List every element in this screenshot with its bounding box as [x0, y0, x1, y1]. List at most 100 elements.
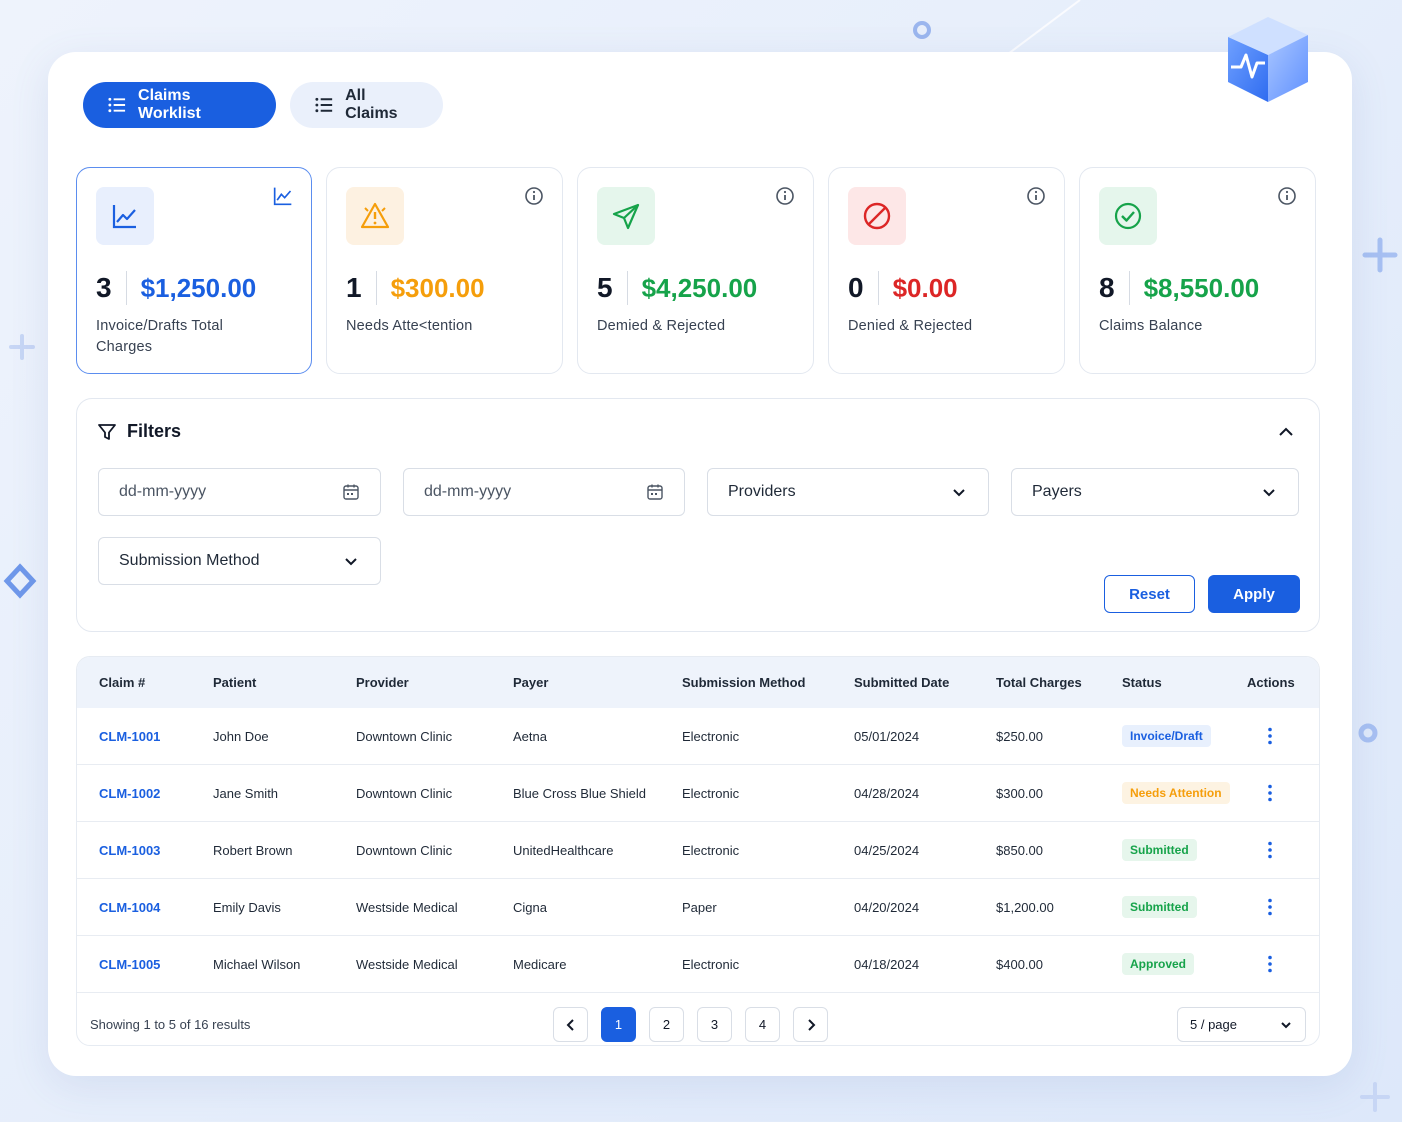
chevron-up-icon[interactable]: [1277, 423, 1295, 441]
page-button-1[interactable]: 1: [601, 1007, 636, 1042]
stat-label: Demied & Rejected: [597, 318, 726, 334]
payers-value: Payers: [1032, 483, 1082, 500]
date-to-input[interactable]: dd-mm-yyyy: [403, 468, 685, 516]
patient-cell: Michael Wilson: [213, 956, 301, 972]
payer-cell: Medicare: [513, 956, 567, 972]
more-actions-icon[interactable]: [1260, 840, 1280, 860]
stat-card-claims-balance[interactable]: 8 $8,550.00 Claims Balance: [1079, 167, 1316, 374]
reset-button[interactable]: Reset: [1104, 575, 1195, 613]
more-actions-icon[interactable]: [1260, 783, 1280, 803]
cube-logo-icon: [1228, 17, 1308, 102]
more-actions-icon[interactable]: [1260, 726, 1280, 746]
claim-number-link[interactable]: CLM-1003: [99, 843, 160, 858]
tab-all-claims[interactable]: All Claims: [290, 82, 443, 128]
claim-number-link[interactable]: CLM-1001: [99, 729, 160, 744]
info-icon[interactable]: [524, 186, 544, 206]
table-row[interactable]: CLM-1002 Jane Smith Downtown Clinic Blue Cr…: [77, 765, 1319, 822]
chart-icon[interactable]: [273, 186, 293, 206]
stat-count: 5: [597, 271, 628, 305]
next-page-button[interactable]: [793, 1007, 828, 1042]
prev-page-button[interactable]: [553, 1007, 588, 1042]
patient-cell: Jane Smith: [213, 785, 279, 801]
status-badge: Needs Attention: [1122, 782, 1230, 804]
table-row[interactable]: CLM-1001 John Doe Downtown Clinic Aetna Elec…: [77, 708, 1319, 765]
submission-method-value: Submission Method: [119, 552, 260, 569]
chevron-left-icon: [566, 1018, 574, 1031]
stat-card-needs-attention[interactable]: 1 $300.00 Needs Atte<tention: [326, 167, 563, 374]
calendar-icon[interactable]: [646, 483, 664, 501]
payers-select[interactable]: Payers: [1011, 468, 1299, 516]
total-charges-cell: $300.00: [996, 785, 1043, 801]
table-header: Claim # Patient Provider Payer Submissio…: [77, 657, 1319, 708]
stat-card-invoice-drafts[interactable]: 3 $1,250.00 Invoice/Drafts Total Charges: [76, 167, 312, 374]
page-button-3[interactable]: 3: [697, 1007, 732, 1042]
stat-count: 0: [848, 271, 879, 305]
submission-method-cell: Electronic: [682, 842, 740, 858]
claims-dashboard-card: Claims Worklist All Claims 3 $1,250.00 I…: [48, 17, 1352, 1076]
more-actions-icon[interactable]: [1260, 954, 1280, 974]
submitted-date-cell: 04/20/2024: [854, 899, 920, 915]
page-button-2[interactable]: 2: [649, 1007, 684, 1042]
status-badge: Invoice/Draft: [1122, 725, 1211, 747]
payer-cell: UnitedHealthcare: [513, 842, 614, 858]
chevron-down-icon: [953, 489, 965, 497]
page-button-4[interactable]: 4: [745, 1007, 780, 1042]
table-row[interactable]: CLM-1003 Robert Brown Downtown Clinic Unite…: [77, 822, 1319, 879]
submission-method-cell: Electronic: [682, 728, 740, 744]
providers-select[interactable]: Providers: [707, 468, 989, 516]
chevron-down-icon: [345, 558, 357, 566]
column-header-actions: Actions: [1247, 675, 1295, 690]
submission-method-select[interactable]: Submission Method: [98, 537, 381, 585]
column-header-patient[interactable]: Patient: [213, 675, 256, 690]
date-from-input[interactable]: dd-mm-yyyy: [98, 468, 381, 516]
trend-chart-icon: [96, 187, 154, 245]
provider-cell: Westside Medical: [356, 899, 458, 915]
column-header-payer[interactable]: Payer: [513, 675, 548, 690]
column-header-claim[interactable]: Claim #: [99, 675, 145, 690]
column-header-submitted-date[interactable]: Submitted Date: [854, 675, 949, 690]
check-circle-icon: [1099, 187, 1157, 245]
column-header-total-charges[interactable]: Total Charges: [996, 675, 1082, 690]
table-body: CLM-1001 John Doe Downtown Clinic Aetna Elec…: [77, 708, 1319, 993]
payer-cell: Cigna: [513, 899, 547, 915]
chevron-down-icon: [1263, 489, 1275, 497]
total-charges-cell: $1,200.00: [996, 899, 1054, 915]
claim-number-link[interactable]: CLM-1002: [99, 786, 160, 801]
stat-label-line1: Invoice/Drafts Total: [96, 318, 224, 334]
column-header-submission-method[interactable]: Submission Method: [682, 675, 806, 690]
tab-claims-worklist[interactable]: Claims Worklist: [83, 82, 276, 128]
calendar-icon[interactable]: [342, 483, 360, 501]
info-icon[interactable]: [1026, 186, 1046, 206]
filters-header: Filters: [97, 421, 181, 442]
apply-button[interactable]: Apply: [1208, 575, 1300, 613]
stat-card-submitted[interactable]: 5 $4,250.00 Demied & Rejected: [577, 167, 814, 374]
stat-label: Claims Balance: [1099, 318, 1203, 334]
claims-table: Claim # Patient Provider Payer Submissio…: [76, 656, 1320, 1046]
stat-amount: $8,550.00: [1143, 273, 1260, 303]
table-row[interactable]: CLM-1005 Michael Wilson Westside Medical Me…: [77, 936, 1319, 993]
stat-amount: $0.00: [892, 273, 958, 303]
column-header-status[interactable]: Status: [1122, 675, 1162, 690]
patient-cell: Robert Brown: [213, 842, 293, 858]
total-charges-cell: $850.00: [996, 842, 1043, 858]
page-size-value: 5 / page: [1190, 1017, 1237, 1032]
pagination-info: Showing 1 to 5 of 16 results: [90, 1017, 251, 1032]
info-icon[interactable]: [1277, 186, 1297, 206]
stat-amount: $300.00: [390, 273, 485, 303]
stat-count: 8: [1099, 271, 1130, 305]
submitted-date-cell: 04/28/2024: [854, 785, 920, 801]
column-header-provider[interactable]: Provider: [356, 675, 409, 690]
provider-cell: Downtown Clinic: [356, 728, 453, 744]
more-actions-icon[interactable]: [1260, 897, 1280, 917]
providers-value: Providers: [728, 483, 796, 500]
page-size-select[interactable]: 5 / page: [1177, 1007, 1306, 1042]
patient-cell: John Doe: [213, 728, 269, 744]
stat-card-denied-rejected[interactable]: 0 $0.00 Denied & Rejected: [828, 167, 1065, 374]
claim-number-link[interactable]: CLM-1005: [99, 957, 160, 972]
table-row[interactable]: CLM-1004 Emily Davis Westside Medical Cigna…: [77, 879, 1319, 936]
chevron-right-icon: [807, 1018, 815, 1031]
info-icon[interactable]: [775, 186, 795, 206]
provider-cell: Westside Medical: [356, 956, 458, 972]
claim-number-link[interactable]: CLM-1004: [99, 900, 160, 915]
submitted-date-cell: 05/01/2024: [854, 728, 920, 744]
